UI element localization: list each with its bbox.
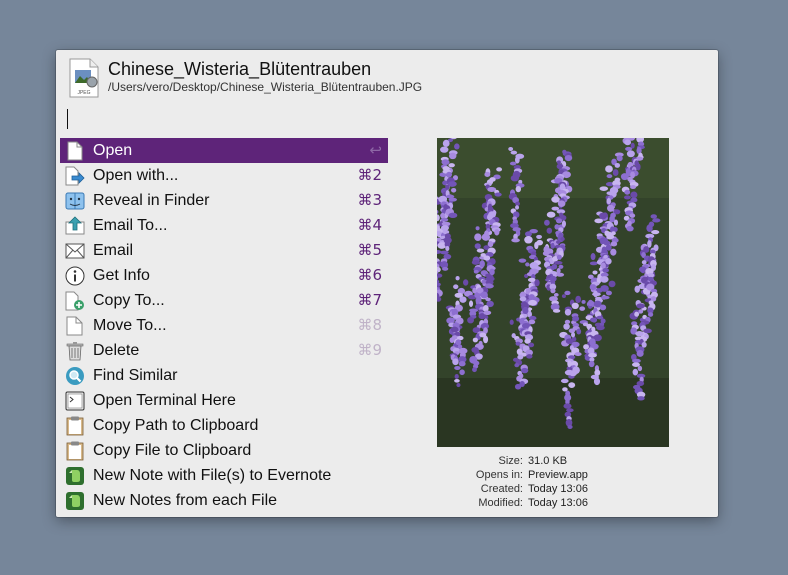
- open-with-icon: [64, 165, 86, 187]
- evernote-icon: [64, 490, 86, 512]
- action-item[interactable]: Open Terminal Here: [60, 388, 388, 413]
- shortcut-hint: ⌘6: [357, 266, 382, 284]
- opens-in-value: Preview.app: [528, 469, 588, 481]
- shortcut-hint: ⌘4: [357, 216, 382, 234]
- action-item[interactable]: Copy Path to Clipboard: [60, 413, 388, 438]
- copy-to-icon: [64, 290, 86, 312]
- action-item[interactable]: Get Info ⌘6: [60, 263, 388, 288]
- action-item[interactable]: Email To... ⌘4: [60, 213, 388, 238]
- jpeg-file-icon: JPEG: [69, 58, 99, 98]
- action-label: New Notes from each File: [93, 491, 278, 509]
- action-label: Get Info: [93, 266, 150, 284]
- action-label: Copy File to Clipboard: [93, 441, 252, 459]
- svg-text:JPEG: JPEG: [77, 90, 90, 96]
- modified-label: Modified:: [478, 497, 523, 509]
- action-label: Find Similar: [93, 366, 178, 384]
- action-label: New Note with File(s) to Evernote: [93, 466, 332, 484]
- shortcut-hint: ⌘2: [357, 166, 382, 184]
- file-metadata: Size: 31.0 KB Opens in: Preview.app Create…: [437, 454, 669, 510]
- shortcut-hint: ↩: [369, 141, 382, 159]
- action-item[interactable]: Copy File to Clipboard: [60, 438, 388, 463]
- search-input[interactable]: [67, 109, 68, 129]
- clipboard-icon: [64, 415, 86, 437]
- evernote-icon: [64, 465, 86, 487]
- image-preview: [437, 138, 669, 447]
- trash-icon: [64, 340, 86, 362]
- action-item[interactable]: Open with... ⌘2: [60, 163, 388, 188]
- file-title: Chinese_Wisteria_Blütentrauben: [108, 59, 372, 79]
- action-label: Move To...: [93, 316, 167, 334]
- action-item[interactable]: New Notes from each File: [60, 488, 388, 513]
- action-label: Open Terminal Here: [93, 391, 236, 409]
- action-item[interactable]: Email ⌘5: [60, 238, 388, 263]
- shortcut-hint: ⌘7: [357, 291, 382, 309]
- action-item[interactable]: Delete ⌘9: [60, 338, 388, 363]
- modified-value: Today 13:06: [528, 497, 588, 509]
- magnifier-icon: [64, 365, 86, 387]
- shortcut-hint: ⌘3: [357, 191, 382, 209]
- action-item[interactable]: Move To... ⌘8: [60, 313, 388, 338]
- action-label: Copy To...: [93, 291, 165, 309]
- shortcut-hint: ⌘8: [357, 316, 382, 334]
- action-label: Copy Path to Clipboard: [93, 416, 259, 434]
- action-label: Open with...: [93, 166, 179, 184]
- opens-in-label: Opens in:: [475, 469, 523, 481]
- terminal-icon: [64, 390, 86, 412]
- action-label: Delete: [93, 341, 140, 359]
- action-item[interactable]: Open ↩: [60, 138, 388, 163]
- info-icon: [64, 265, 86, 287]
- action-label: Open: [93, 141, 133, 159]
- clipboard-icon: [64, 440, 86, 462]
- created-label: Created:: [480, 483, 523, 495]
- action-item[interactable]: Reveal in Finder ⌘3: [60, 188, 388, 213]
- action-label: Reveal in Finder: [93, 191, 210, 209]
- shortcut-hint: ⌘9: [357, 341, 382, 359]
- size-value: 31.0 KB: [528, 455, 568, 467]
- action-label: Email To...: [93, 216, 168, 234]
- action-panel: JPEG Chinese_Wisteria_Blütentrauben /Use…: [56, 50, 718, 517]
- email-to-icon: [64, 215, 86, 237]
- finder-icon: [64, 190, 86, 212]
- file-path: /Users/vero/Desktop/Chinese_Wisteria_Blü…: [108, 80, 423, 94]
- action-item[interactable]: Copy To... ⌘7: [60, 288, 388, 313]
- action-list: Open ↩ Open with... ⌘2 Reveal in Finder ⌘3 Ema…: [60, 138, 388, 513]
- move-to-icon: [64, 315, 86, 337]
- action-item[interactable]: Find Similar: [60, 363, 388, 388]
- shortcut-hint: ⌘5: [357, 241, 382, 259]
- document-icon: [64, 140, 86, 162]
- action-item[interactable]: New Note with File(s) to Evernote: [60, 463, 388, 488]
- created-value: Today 13:06: [528, 483, 588, 495]
- envelope-icon: [64, 240, 86, 262]
- size-label: Size:: [498, 455, 523, 467]
- action-label: Email: [93, 241, 134, 259]
